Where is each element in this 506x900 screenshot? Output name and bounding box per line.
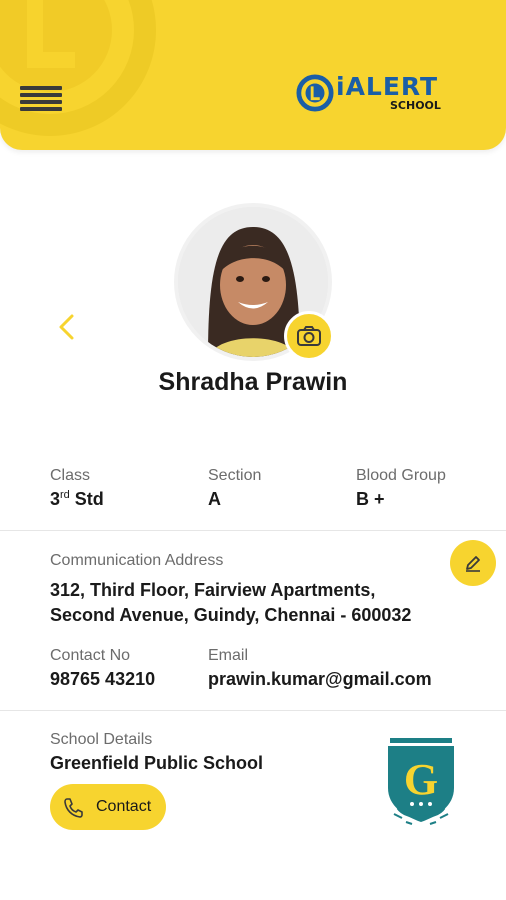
address-label: Communication Address	[50, 552, 224, 569]
logo-text: iALERT	[336, 72, 439, 101]
chevron-left-icon	[59, 314, 74, 340]
logo-mark-icon	[296, 74, 334, 112]
class-label: Class	[50, 467, 91, 484]
section-value: A	[208, 489, 221, 509]
section-label: Section	[208, 467, 262, 484]
school-crest-icon: G	[388, 738, 454, 825]
email-value: prawin.kumar@gmail.com	[208, 669, 432, 689]
logo-subtext: SCHOOL	[390, 99, 441, 112]
app-header: iALERT SCHOOL	[0, 0, 506, 150]
email-label: Email	[208, 647, 249, 664]
blood-group-value: B +	[356, 489, 385, 509]
previous-student-button[interactable]	[54, 312, 78, 342]
watermark-logo-icon	[0, 0, 156, 136]
change-photo-button[interactable]	[284, 311, 334, 361]
student-name: Shradha Prawin	[158, 368, 348, 396]
contact-school-button[interactable]: Contact	[50, 784, 166, 830]
menu-button[interactable]	[20, 86, 62, 114]
phone-icon	[64, 798, 83, 818]
svg-text:G: G	[404, 755, 438, 804]
school-details-label: School Details	[50, 731, 153, 748]
divider	[0, 710, 506, 711]
pencil-icon	[466, 556, 480, 572]
edit-address-button[interactable]	[450, 540, 496, 586]
school-name: Greenfield Public School	[50, 753, 264, 773]
app-logo: iALERT SCHOOL	[296, 72, 466, 122]
contact-number-value: 98765 43210	[50, 669, 156, 689]
contact-button-label: Contact	[96, 798, 152, 815]
blood-group-label: Blood Group	[356, 467, 446, 484]
camera-icon	[297, 326, 321, 346]
divider	[0, 530, 506, 531]
hamburger-menu-icon	[20, 86, 62, 90]
class-value: 3rd Std	[50, 489, 104, 509]
address-value: 312, Third Floor, Fairview Apartments, S…	[50, 580, 412, 625]
contact-number-label: Contact No	[50, 647, 131, 664]
